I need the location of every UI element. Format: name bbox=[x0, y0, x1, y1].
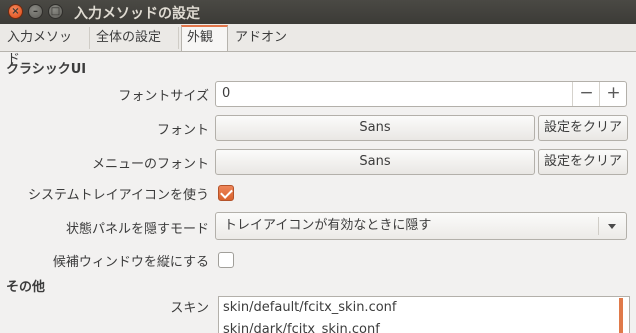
skin-list-item[interactable]: skin/dark/fcitx_skin.conf bbox=[223, 322, 380, 333]
vertical-candidate-checkbox[interactable] bbox=[218, 252, 234, 268]
window-title: 入力メソッドの設定 bbox=[74, 6, 200, 22]
combo-separator bbox=[598, 217, 599, 235]
tab-input-methods[interactable]: 入力メソッド bbox=[2, 27, 90, 67]
tab-appearance[interactable]: 外観 bbox=[181, 25, 228, 51]
chevron-down-icon bbox=[608, 224, 616, 229]
menu-font-clear-button[interactable]: 設定をクリア bbox=[538, 149, 628, 175]
minus-icon: − bbox=[579, 83, 594, 103]
skin-label: スキン bbox=[170, 301, 209, 316]
system-tray-label: システムトレイアイコンを使う bbox=[28, 188, 209, 203]
tab-global-config[interactable]: 全体の設定 bbox=[91, 27, 179, 49]
classic-ui-section-title: クラシックUI bbox=[6, 62, 87, 77]
tab-bar: 入力メソッド 全体の設定 外観 アドオン bbox=[0, 24, 636, 67]
hide-panel-mode-label: 状態パネルを隠すモード bbox=[65, 222, 209, 237]
skin-list-item[interactable]: skin/default/fcitx_skin.conf bbox=[223, 300, 396, 315]
close-window-button[interactable]: × bbox=[8, 4, 23, 19]
font-size-increment-button[interactable]: + bbox=[599, 82, 627, 106]
skin-list-scrollbar[interactable] bbox=[619, 298, 623, 333]
tab-addons[interactable]: アドオン bbox=[230, 27, 294, 49]
font-label: フォント bbox=[156, 123, 209, 138]
hide-panel-mode-combo[interactable]: トレイアイコンが有効なときに隠す bbox=[215, 212, 627, 240]
skin-list[interactable]: skin/default/fcitx_skin.conf skin/dark/f… bbox=[218, 296, 630, 333]
maximize-window-button[interactable]: □ bbox=[48, 4, 63, 19]
menu-font-chooser-button[interactable]: Sans bbox=[215, 149, 535, 175]
font-chooser-button[interactable]: Sans bbox=[215, 115, 535, 141]
plus-icon: + bbox=[606, 83, 621, 103]
maximize-icon: □ bbox=[50, 6, 61, 17]
font-size-spinner[interactable]: 0 − + bbox=[215, 81, 627, 107]
vertical-candidate-label: 候補ウィンドウを縦にする bbox=[52, 255, 209, 270]
settings-window: × – □ 入力メソッドの設定 入力メソッド 全体の設定 外観 アドオン クラシ… bbox=[0, 0, 636, 333]
system-tray-checkbox[interactable] bbox=[218, 185, 234, 201]
minimize-icon: – bbox=[33, 6, 38, 17]
font-size-label: フォントサイズ bbox=[118, 89, 209, 104]
minimize-window-button[interactable]: – bbox=[28, 4, 43, 19]
font-clear-button[interactable]: 設定をクリア bbox=[538, 115, 628, 141]
hide-panel-mode-value: トレイアイコンが有効なときに隠す bbox=[224, 218, 432, 233]
menu-font-label: メニューのフォント bbox=[91, 157, 209, 172]
close-icon: × bbox=[11, 6, 20, 17]
font-size-decrement-button[interactable]: − bbox=[572, 82, 600, 106]
font-size-value: 0 bbox=[222, 86, 231, 101]
title-bar: × – □ 入力メソッドの設定 bbox=[0, 0, 636, 24]
other-section-title: その他 bbox=[6, 280, 46, 295]
